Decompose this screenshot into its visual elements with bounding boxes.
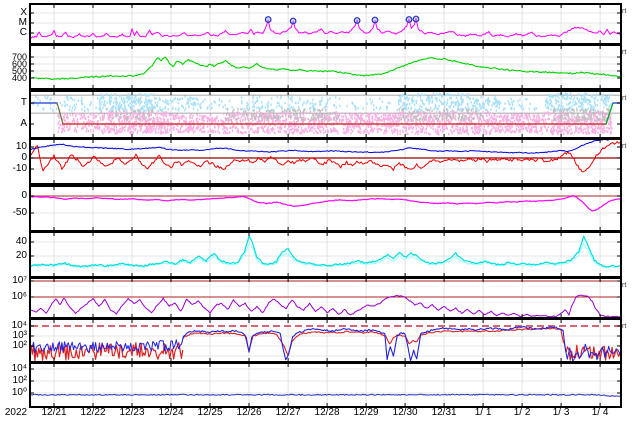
x-tick-label: 12/24 xyxy=(158,407,184,418)
x-tick-label: 1/ 1 xyxy=(474,407,492,418)
x-tick-label: 12/25 xyxy=(197,407,223,418)
y-tick-dst-index-1: -50 xyxy=(12,207,27,218)
x-tick-label: 12/27 xyxy=(275,407,301,418)
y-tick-xray-flux-2: C xyxy=(19,27,27,38)
y-tick-imf-bt-bz-1: 0 xyxy=(21,152,27,164)
x-tick-label: 12/26 xyxy=(236,407,262,418)
realtime-indicator-label: rt xyxy=(622,282,627,289)
x-tick-label: 1/ 3 xyxy=(552,407,570,418)
y-tick-proton-density-0: 40 xyxy=(15,236,27,248)
realtime-indicator-label: rt xyxy=(622,8,627,15)
y-tick-electron-flux-0: 10⁷ xyxy=(12,275,27,286)
y-tick-proton-density-1: 20 xyxy=(15,250,27,261)
y-tick-solar-wind-speed-3: 400 xyxy=(11,72,27,83)
realtime-indicator-label: rt xyxy=(622,323,627,330)
x-axis-year-label: 2022 xyxy=(4,407,28,418)
x-tick-label: 1/ 4 xyxy=(591,407,609,418)
x-tick-label: 1/ 2 xyxy=(513,407,531,418)
panel-xray-flux xyxy=(29,3,622,45)
x-tick-label: 12/22 xyxy=(80,407,106,418)
x-tick-label: 12/23 xyxy=(119,407,145,418)
y-tick-dst-index-0: 0 xyxy=(21,190,27,201)
x-tick-label: 12/29 xyxy=(353,407,379,418)
y-tick-sector-polarity-1: A xyxy=(20,117,27,129)
y-tick-sector-polarity-0: T xyxy=(20,96,27,108)
y-tick-imf-bt-bz-0: 10 xyxy=(15,141,27,153)
x-tick-label: 12/30 xyxy=(392,407,418,418)
panel-imf-bt-bz xyxy=(29,138,622,185)
y-tick-proton-flux-2: 10² xyxy=(12,340,27,351)
y-tick-imf-bt-bz-2: -10 xyxy=(12,163,27,175)
panel-proton-flux xyxy=(29,318,622,363)
realtime-indicator-label: rt xyxy=(622,49,627,56)
panel-sector-polarity xyxy=(29,90,622,139)
x-tick-label: 12/21 xyxy=(41,407,67,418)
panel-solar-wind-speed xyxy=(29,44,622,90)
panel-electron-flux xyxy=(29,277,622,319)
x-tick-label: 12/31 xyxy=(431,407,457,418)
y-tick-electron-flux-1: 10⁶ xyxy=(11,291,27,302)
realtime-indicator-label: rt xyxy=(622,143,627,150)
y-tick-low-energy-flux-1: 10² xyxy=(12,374,27,386)
y-tick-low-energy-flux-2: 10⁰ xyxy=(11,386,27,398)
realtime-indicator-label: rt xyxy=(622,95,627,102)
x-tick-label: 12/28 xyxy=(314,407,340,418)
panel-proton-density xyxy=(29,231,622,278)
y-tick-low-energy-flux-0: 10⁴ xyxy=(11,362,27,374)
panel-low-energy-flux xyxy=(29,362,622,408)
space-weather-overview-chart: X M Crt 700 600 500 400 rt T Art 10 0 -10 rt 0 -50 40 20 1… xyxy=(0,0,634,424)
panel-dst-index xyxy=(29,185,622,232)
